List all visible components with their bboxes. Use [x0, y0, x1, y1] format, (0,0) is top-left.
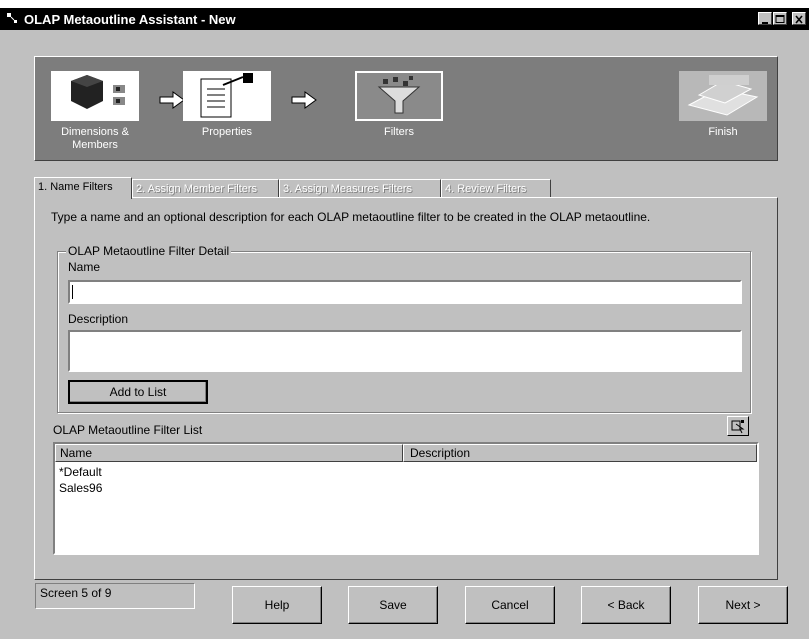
list-item-name: *Default — [59, 465, 102, 479]
properties-document-icon — [200, 73, 253, 118]
text-caret — [72, 285, 73, 299]
tab-panel: Type a name and an optional description … — [34, 197, 778, 580]
step-label-dimensions: Dimensions & Members — [61, 126, 129, 151]
tab-review-filters[interactable]: 4. Review Filters — [441, 179, 551, 198]
help-button[interactable]: Help — [232, 586, 322, 624]
wizard-step-bar: Dimensions & Members Properties Filters … — [34, 56, 778, 161]
save-label: Save — [379, 598, 407, 612]
step-label-filters: Filters — [384, 126, 414, 138]
arrow-right-icon — [291, 91, 317, 109]
group-legend: OLAP Metaoutline Filter Detail — [66, 244, 232, 258]
add-to-list-label: Add to List — [109, 385, 167, 399]
finish-icon — [687, 75, 759, 116]
filter-detail-group: OLAP Metaoutline Filter Detail Name Desc… — [57, 244, 751, 413]
cancel-label: Cancel — [491, 598, 529, 612]
status-screen-indicator: Screen 5 of 9 — [35, 583, 195, 609]
description-field[interactable] — [68, 330, 742, 372]
column-header-name[interactable]: Name — [55, 444, 403, 462]
instructions-text: Type a name and an optional description … — [51, 210, 651, 224]
back-button[interactable]: < Back — [581, 586, 671, 624]
title-bar[interactable]: OLAP Metaoutline Assistant - New — [0, 8, 809, 30]
next-button[interactable]: Next > — [698, 586, 788, 624]
close-button[interactable] — [792, 12, 806, 25]
reference-tool-icon — [731, 420, 745, 434]
back-label: < Back — [607, 598, 645, 612]
tab-assign-member-filters[interactable]: 2. Assign Member Filters — [132, 179, 279, 198]
maximize-icon — [775, 15, 785, 23]
next-label: Next > — [725, 598, 761, 612]
maximize-button[interactable] — [773, 12, 787, 25]
arrow-right-icon — [159, 91, 185, 109]
filter-list[interactable]: Name Description *Default Sales96 — [53, 442, 759, 555]
name-field[interactable] — [68, 280, 742, 304]
help-label: Help — [264, 598, 290, 612]
minimize-button[interactable] — [758, 12, 772, 25]
step-dimensions-image[interactable] — [51, 71, 139, 121]
filter-list-label: OLAP Metaoutline Filter List — [53, 423, 203, 437]
tab-assign-measures-filters[interactable]: 3. Assign Measures Filters — [279, 179, 441, 198]
step-filters-image[interactable] — [355, 71, 443, 121]
step-label-properties: Properties — [201, 126, 253, 138]
assistant-window: OLAP Metaoutline Assistant - New Dimensi… — [0, 8, 809, 639]
cancel-button[interactable]: Cancel — [465, 586, 555, 624]
add-to-list-button[interactable]: Add to List — [68, 380, 208, 404]
list-item[interactable]: Sales96 — [59, 481, 102, 495]
funnel-filter-icon — [377, 76, 421, 114]
close-icon — [795, 15, 803, 24]
save-button[interactable]: Save — [348, 586, 438, 624]
list-item[interactable]: *Default — [59, 465, 102, 479]
minimize-icon — [762, 22, 768, 24]
step-label-finish: Finish — [708, 126, 738, 138]
app-icon — [7, 13, 17, 23]
tab-name-filters[interactable]: 1. Name Filters — [34, 177, 132, 199]
description-label: Description — [68, 312, 129, 326]
window-title: OLAP Metaoutline Assistant - New — [24, 12, 236, 27]
filter-list-tool-button[interactable] — [727, 416, 749, 436]
cube-members-icon — [71, 75, 125, 109]
column-header-description[interactable]: Description — [403, 444, 757, 462]
step-finish-image[interactable] — [679, 71, 767, 121]
name-label: Name — [68, 260, 101, 274]
list-item-name: Sales96 — [59, 481, 103, 495]
step-properties-image[interactable] — [183, 71, 271, 121]
